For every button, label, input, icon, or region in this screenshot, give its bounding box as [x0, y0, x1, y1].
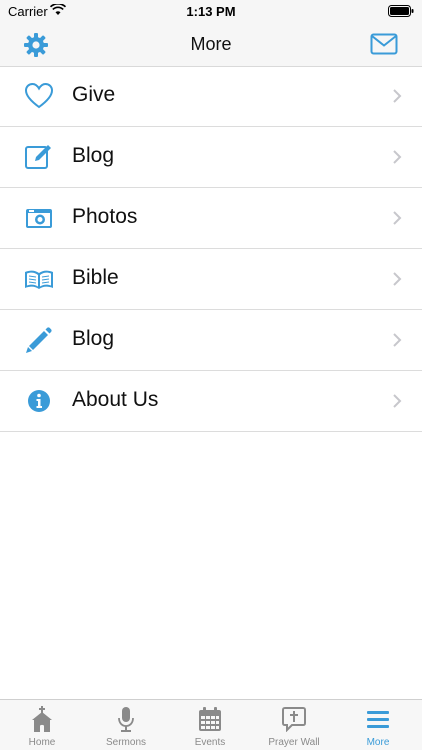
menu-item-label: Photos [72, 205, 138, 228]
tab-label: Prayer Wall [268, 737, 320, 748]
tab-more[interactable]: More [336, 700, 420, 750]
chevron-right-icon [392, 271, 402, 287]
menu-item-about-us[interactable]: About Us [0, 371, 422, 432]
chevron-right-icon [392, 332, 402, 348]
edit-icon [24, 142, 54, 172]
menu-icon [366, 706, 390, 732]
tab-events[interactable]: Events [168, 700, 252, 750]
battery-icon [388, 5, 414, 20]
envelope-icon [370, 33, 398, 59]
tab-home[interactable]: Home [0, 700, 84, 750]
open-book-icon [24, 264, 54, 294]
calendar-icon [198, 706, 222, 732]
chevron-right-icon [392, 210, 402, 226]
church-icon [30, 706, 54, 732]
tab-prayer-wall[interactable]: Prayer Wall [252, 700, 336, 750]
info-icon [24, 386, 54, 416]
menu-item-blog-2[interactable]: Blog [0, 310, 422, 371]
heart-icon [24, 81, 54, 111]
menu-item-give[interactable]: Give [0, 66, 422, 127]
menu-item-label: Blog [72, 144, 115, 167]
clock: 1:13 PM [186, 4, 236, 19]
microphone-icon [114, 706, 138, 732]
tab-bar: Home Sermons Events Prayer Wall More [0, 699, 422, 750]
status-bar: Carrier 1:13 PM [0, 0, 422, 22]
menu-item-label: About Us [72, 388, 159, 411]
tab-label: Sermons [105, 737, 146, 748]
more-menu-list: Give Blog Photos Bible Blog About Us [0, 66, 422, 432]
chevron-right-icon [392, 393, 402, 409]
prayer-bubble-icon [282, 706, 306, 733]
tab-label: More [366, 737, 390, 748]
tab-label: Events [194, 737, 226, 748]
tab-label: Home [28, 737, 56, 748]
menu-item-bible[interactable]: Bible [0, 249, 422, 310]
chevron-right-icon [392, 88, 402, 104]
mail-button[interactable] [370, 33, 398, 57]
menu-item-label: Blog [72, 327, 115, 350]
menu-item-label: Give [72, 83, 116, 106]
camera-icon [24, 203, 54, 233]
tab-sermons[interactable]: Sermons [84, 700, 168, 750]
menu-item-label: Bible [72, 266, 119, 289]
page-title: More [190, 34, 232, 54]
navigation-bar: More [0, 22, 422, 67]
menu-item-blog[interactable]: Blog [0, 127, 422, 188]
pencil-icon [24, 325, 54, 355]
chevron-right-icon [392, 149, 402, 165]
menu-item-photos[interactable]: Photos [0, 188, 422, 249]
